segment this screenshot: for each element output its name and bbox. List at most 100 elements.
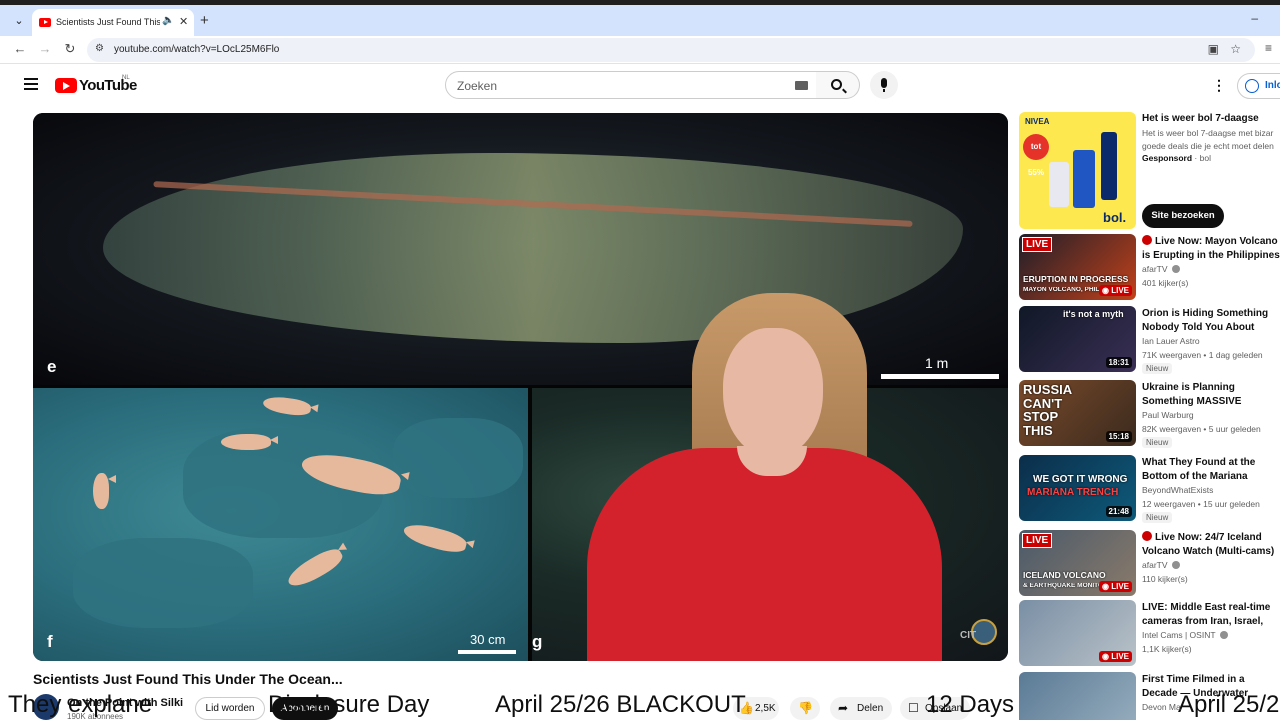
share-label: Delen <box>857 703 884 714</box>
recommendation-title[interactable]: Live Now: Mayon Volcano is Erupting in t… <box>1142 235 1280 263</box>
presenter-shirt <box>587 448 942 661</box>
recommendation-channel[interactable]: afarTV <box>1142 264 1180 274</box>
ad-sponsored-line: Gesponsord · bol <box>1142 153 1211 163</box>
product-bottle <box>1049 162 1069 207</box>
recommendation-thumbnail[interactable]: RUSSIA CAN'T STOP THIS 15:18 <box>1019 380 1136 446</box>
share-arrow-icon: ➦ <box>838 701 849 715</box>
new-badge: Nieuw <box>1142 512 1173 523</box>
recommendation-channel[interactable]: Intel Cams | OSINT <box>1142 630 1228 640</box>
caption-text: They explane <box>8 691 153 718</box>
caption-text: April 25/26 BLACKOUT <box>495 691 746 718</box>
browser-tab-active[interactable]: Scientists Just Found This U 🔈 ✕ <box>32 9 194 37</box>
recommendation-title[interactable]: LIVE: Middle East real-time cameras from… <box>1142 601 1280 629</box>
channel-name: afarTV <box>1142 264 1168 274</box>
tab-close-icon[interactable]: ✕ <box>179 15 188 28</box>
join-button[interactable]: Lid worden <box>195 697 265 720</box>
recommendation-title-text: What They Found at the Bottom of the Mar… <box>1142 457 1256 482</box>
ad-title[interactable]: Het is weer bol 7-daagse <box>1142 113 1280 124</box>
cast-icon[interactable]: ▣ <box>1208 42 1219 56</box>
ad-discount-badge: tot 55% <box>1023 134 1049 177</box>
video-duration: 18:31 <box>1105 357 1132 368</box>
rock <box>393 418 523 498</box>
browser-tabstrip: ⌄ Scientists Just Found This U 🔈 ✕ + – <box>0 0 1280 37</box>
recommendation-title[interactable]: Live Now: 24/7 Iceland Volcano Watch (Mu… <box>1142 531 1280 559</box>
recommendation-title[interactable]: What They Found at the Bottom of the Mar… <box>1142 456 1280 484</box>
recommendation-thumbnail[interactable] <box>1019 672 1136 720</box>
channel-name: Ian Lauer Astro <box>1142 336 1200 346</box>
like-count: 2,5K <box>755 703 776 714</box>
share-button[interactable]: ➦ Delen <box>830 697 892 720</box>
forward-arrow-icon[interactable]: → <box>37 41 53 56</box>
new-badge: Nieuw <box>1142 363 1173 374</box>
recommendation-channel[interactable]: afarTV <box>1142 560 1180 570</box>
thumbnail-overlay-subtext: & EARTHQUAKE MONITOR <box>1023 583 1103 590</box>
more-vertical-icon[interactable]: ⋮ <box>1212 77 1226 94</box>
recommendation-title-text: Live Now: 24/7 Iceland Volcano Watch (Mu… <box>1142 532 1275 557</box>
recommendation-thumbnail[interactable]: LIVE ICELAND VOLCANO & EARTHQUAKE MONITOR ◉… <box>1019 530 1136 596</box>
recommendation-channel[interactable]: BeyondWhatExists <box>1142 485 1213 495</box>
ad-brand: NIVEA <box>1025 117 1050 126</box>
scale-label-1m: 1 m <box>925 355 949 371</box>
live-indicator: ◉ LIVE <box>1099 285 1132 296</box>
ad-description: Het is weer bol 7-daagse met bizar goede… <box>1142 128 1274 151</box>
window-minimize-icon[interactable]: – <box>1251 11 1258 25</box>
recommendation-meta: 1,1K kijker(s) <box>1142 644 1192 654</box>
tab-title: Scientists Just Found This U <box>56 17 160 27</box>
scale-bar-1m <box>881 374 999 379</box>
verified-check-icon <box>1171 561 1180 569</box>
channel-name: Intel Cams | OSINT <box>1142 630 1216 640</box>
recommendation-thumbnail[interactable]: ◉ LIVE <box>1019 600 1136 666</box>
recommendation-channel[interactable]: Paul Warburg <box>1142 410 1194 420</box>
voice-search-button[interactable] <box>870 71 898 99</box>
bol-logo: bol. <box>1103 210 1127 225</box>
site-info-icon[interactable]: ⚙ <box>95 43 104 54</box>
live-indicator: ◉ LIVE <box>1099 581 1132 592</box>
dislike-button[interactable]: 👎 <box>790 697 820 720</box>
recommendation-meta: 12 weergaven • 15 uur geleden <box>1142 499 1260 509</box>
caption-text: Disclosure Day <box>268 691 430 718</box>
address-bar[interactable]: ⚙ youtube.com/watch?v=LOcL25M6Flo ▣ ☆ <box>87 38 1255 62</box>
signin-label: Inlo <box>1265 80 1280 91</box>
recommendation-channel[interactable]: Devon Ma <box>1142 702 1181 712</box>
visit-site-button[interactable]: Site bezoeken <box>1142 204 1224 228</box>
recommendation-title[interactable]: Ukraine is Planning Something MASSIVE <box>1142 381 1280 409</box>
ad-sponsored-label: Gesponsord <box>1142 153 1193 163</box>
live-badge: LIVE <box>1022 237 1053 252</box>
fish <box>221 434 271 450</box>
fish <box>262 394 312 418</box>
recommendation-thumbnail[interactable]: LIVE ERUPTION IN PROGRESS MAYON VOLCANO, P… <box>1019 234 1136 300</box>
thumbnail-overlay-subtext: MAYON VOLCANO, PHILIPPINES <box>1023 287 1103 294</box>
hamburger-menu-icon[interactable] <box>24 78 38 90</box>
recommendation-title[interactable]: First Time Filmed in a Decade — Underwat… <box>1142 673 1280 701</box>
ad-advertiser: bol <box>1199 153 1211 163</box>
channel-name: BeyondWhatExists <box>1142 485 1214 495</box>
thumbnail-overlay-subtext: MARIANA TRENCH <box>1027 487 1119 498</box>
presenter-face <box>723 328 823 458</box>
url-text[interactable]: youtube.com/watch?v=LOcL25M6Flo <box>114 44 279 55</box>
thumbnail-overlay-text: WE GOT IT WRONG <box>1033 474 1128 485</box>
speaker-icon[interactable]: 🔈 <box>162 15 174 26</box>
recommendation-channel[interactable]: Ian Lauer Astro <box>1142 336 1200 346</box>
new-tab-icon[interactable]: + <box>200 13 209 28</box>
fish <box>93 473 109 509</box>
ad-thumbnail[interactable]: NIVEA tot 55% bol. <box>1019 112 1136 229</box>
rock <box>73 538 253 628</box>
recommendation-meta: 401 kijker(s) <box>1142 278 1189 288</box>
youtube-logo-icon[interactable] <box>55 78 77 93</box>
recommendation-thumbnail[interactable]: WE GOT IT WRONG MARIANA TRENCH 21:48 <box>1019 455 1136 521</box>
search-button[interactable] <box>816 71 860 99</box>
back-arrow-icon[interactable]: ← <box>12 41 28 56</box>
search-icon <box>831 79 842 90</box>
recommendation-thumbnail[interactable]: it's not a myth 18:31 <box>1019 306 1136 372</box>
video-player[interactable]: e 1 m f 30 cm g CIT <box>33 113 1008 661</box>
thumbnail-overlay-text: ERUPTION IN PROGRESS <box>1023 274 1129 285</box>
keyboard-icon[interactable] <box>795 81 808 90</box>
bookmark-star-icon[interactable]: ☆ <box>1230 42 1241 56</box>
reload-icon[interactable]: ↻ <box>62 41 78 57</box>
reading-list-icon[interactable]: ≡ <box>1265 41 1272 55</box>
search-input[interactable]: Zoeken <box>445 71 817 99</box>
youtube-header: YouTube NL Zoeken ⋮ Inlo <box>0 66 1280 106</box>
tab-search-menu[interactable]: ⌄ <box>8 12 30 30</box>
signin-button[interactable]: Inlo <box>1237 73 1280 99</box>
recommendation-title[interactable]: Orion is Hiding Something Nobody Told Yo… <box>1142 307 1280 335</box>
